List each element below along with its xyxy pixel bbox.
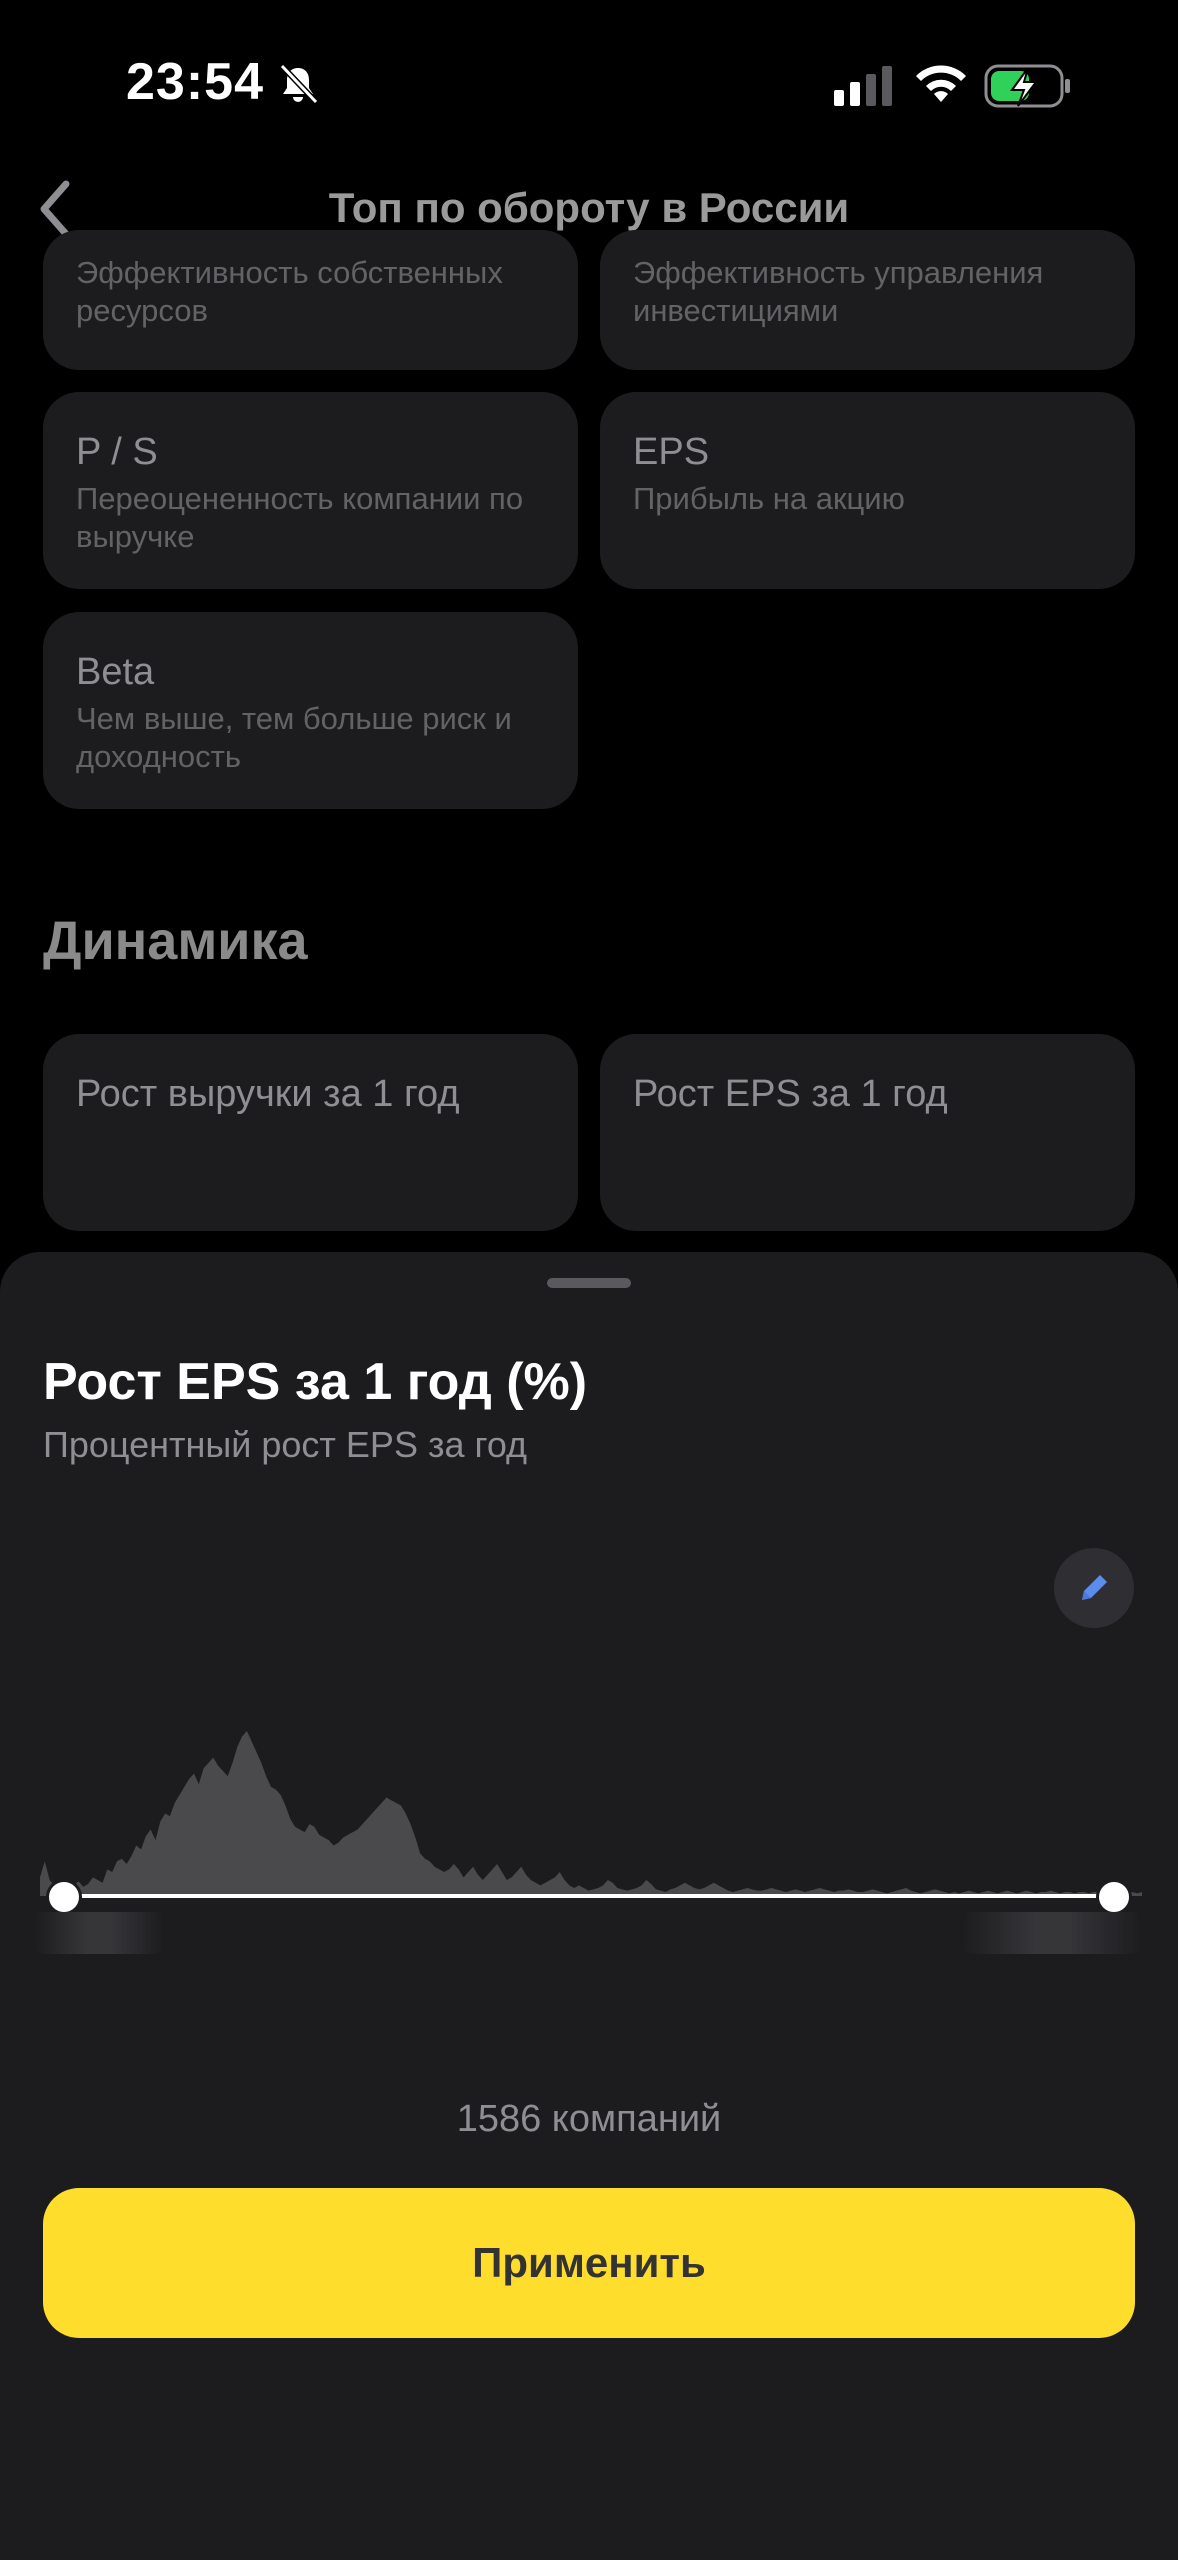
card-subtitle: Переоцененность компании по выручке (76, 481, 524, 554)
filter-card-eps[interactable]: EPS Прибыль на акцию (600, 392, 1135, 589)
range-min-label (34, 1912, 164, 1954)
range-slider-min-handle[interactable] (46, 1879, 82, 1915)
range-slider-track[interactable] (64, 1894, 1114, 1898)
card-title: Рост EPS за 1 год (633, 1073, 948, 1115)
edit-range-button[interactable] (1054, 1548, 1134, 1628)
card-subtitle: Чем выше, тем больше риск и доходность (76, 701, 512, 774)
filter-bottom-sheet: Рост EPS за 1 год (%) Процентный рост EP… (0, 1252, 1178, 2560)
card-title: Рост выручки за 1 год (76, 1073, 460, 1115)
card-title: EPS (633, 431, 710, 473)
card-title: Beta (76, 651, 155, 693)
range-slider-max-handle[interactable] (1096, 1879, 1132, 1915)
card-subtitle: Прибыль на акцию (633, 481, 905, 516)
sheet-subtitle: Процентный рост EPS за год (43, 1424, 528, 1465)
battery-charging-icon (984, 64, 1070, 108)
header-background (0, 160, 1178, 266)
bell-slash-icon (279, 63, 319, 105)
companies-count: 1586 компаний (456, 2098, 722, 2140)
status-time: 23:54 (126, 53, 264, 111)
filter-card-revenue-growth[interactable]: Рост выручки за 1 год (43, 1034, 578, 1231)
status-bar: 23:54 (0, 0, 1178, 170)
sheet-grabber[interactable] (547, 1278, 631, 1288)
filter-card-beta[interactable]: Beta Чем выше, тем больше риск и доходно… (43, 612, 578, 809)
range-max-label (962, 1912, 1142, 1954)
apply-button[interactable]: Применить (43, 2188, 1135, 2338)
filter-card-ps[interactable]: P / S Переоцененность компании по выручк… (43, 392, 578, 589)
wifi-icon (916, 65, 966, 102)
card-title: P / S (76, 431, 158, 473)
pencil-icon (1082, 1575, 1107, 1600)
section-heading-dynamics: Динамика (43, 911, 308, 971)
signal-icon (834, 66, 892, 106)
filter-card-eps-growth[interactable]: Рост EPS за 1 год (600, 1034, 1135, 1231)
histogram-area (40, 1731, 1142, 1896)
sheet-title: Рост EPS за 1 год (%) (43, 1353, 588, 1411)
